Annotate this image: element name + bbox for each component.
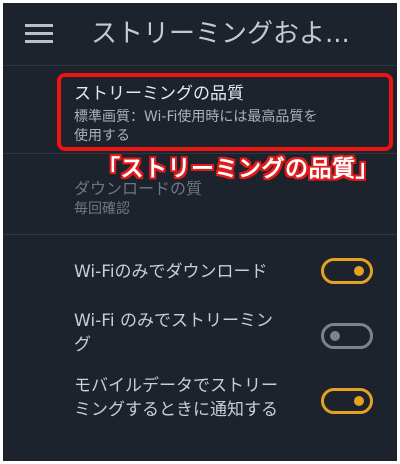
- hamburger-menu-icon[interactable]: [25, 22, 55, 46]
- mobile-notify-row[interactable]: モバイルデータでストリー ミングするときに通知する: [3, 361, 397, 425]
- wifi-download-label: Wi-Fiのみでダウンロード: [74, 262, 268, 282]
- download-quality-value: 毎回確認: [74, 201, 130, 217]
- page-title: ストリーミングおよ...: [91, 19, 350, 49]
- wifi-download-row[interactable]: Wi-Fiのみでダウンロード: [3, 235, 397, 295]
- annotation-callout: 「ストリーミングの品質」: [97, 156, 379, 182]
- wifi-streaming-label: Wi-Fi のみでストリーミン: [74, 311, 273, 331]
- app-header: ストリーミングおよ...: [3, 3, 397, 66]
- wifi-download-toggle[interactable]: [321, 258, 373, 284]
- wifi-streaming-row[interactable]: Wi-Fi のみでストリーミン グ: [3, 297, 397, 359]
- mobile-notify-label-cont: ミングするときに通知する: [74, 400, 278, 420]
- toggle-knob: [330, 331, 340, 341]
- toggle-knob: [354, 396, 364, 406]
- toggle-knob: [354, 266, 364, 276]
- mobile-notify-toggle[interactable]: [321, 388, 373, 414]
- settings-screen: ストリーミングおよ... ストリーミングの品質 標準画質：Wi-Fi使用時には最…: [3, 3, 397, 461]
- wifi-streaming-toggle[interactable]: [321, 323, 373, 349]
- mobile-notify-label: モバイルデータでストリー: [74, 376, 278, 396]
- highlight-frame: [57, 73, 393, 151]
- wifi-streaming-label-cont: グ: [74, 335, 91, 355]
